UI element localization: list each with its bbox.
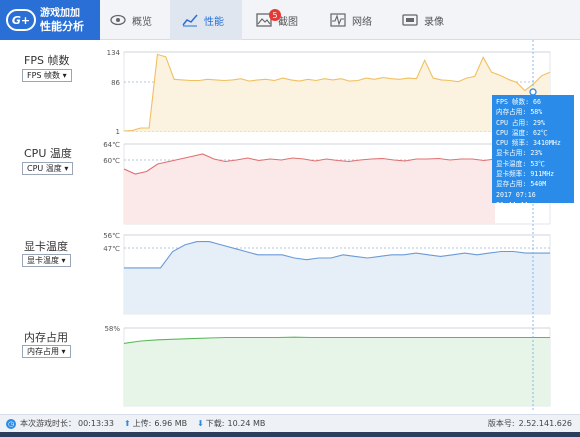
tooltip-line: 内存占用: 58%	[496, 108, 543, 117]
tooltip-line: 显卡频率: 911MHz	[496, 170, 555, 179]
tooltip-line: 显存占用: 540M	[496, 180, 547, 189]
tooltip-line: CPU 频率: 3410MHz	[496, 139, 561, 148]
status-bar: ◷ 本次游戏时长： 00:13:33 ⬆ 上传: 6.96 MB ⬇ 下载: 1…	[0, 414, 580, 432]
duration-label: 本次游戏时长：	[20, 419, 76, 428]
cpu-tick-label: 64℃	[103, 141, 120, 149]
top-toolbar: G+ 游戏加加 性能分析 概览 性能 截图 5 网络 录像	[0, 0, 580, 40]
tab-label: 录像	[424, 16, 444, 28]
app-window: G+ 游戏加加 性能分析 概览 性能 截图 5 网络 录像 FPS 帧数 FPS…	[0, 0, 580, 437]
download-label: 下载:	[205, 419, 225, 428]
cpu-tick-label: 60℃	[103, 157, 120, 165]
trend-chart-icon	[182, 12, 198, 28]
logo-text: 游戏加加 性能分析	[40, 7, 84, 33]
data-point-tooltip: FPS 帧数: 66 内存占用: 58% CPU 占用: 29% CPU 温度:…	[492, 95, 574, 209]
tab-network[interactable]: 网络	[330, 0, 390, 40]
tooltip-line: CPU 温度: 62℃	[496, 128, 548, 137]
eye-icon	[110, 12, 126, 28]
duration-value: 00:13:33	[78, 419, 114, 428]
pulse-icon	[330, 12, 346, 28]
fps-tick-label: 1	[116, 128, 120, 136]
tab-label: 概览	[132, 16, 152, 28]
tooltip-line: CPU 占用: 29%	[496, 118, 545, 127]
upload-label: 上传:	[132, 419, 152, 428]
version-label: 版本号:	[487, 419, 515, 428]
tab-label: 网络	[352, 16, 372, 28]
logo-badge: G+	[6, 9, 36, 31]
gpu-tick-label: 47℃	[103, 245, 120, 253]
upload-arrow-icon: ⬆	[123, 419, 131, 428]
upload-value: 6.96 MB	[154, 419, 188, 428]
tooltip-line: 2017 07:16 21:44:44	[496, 190, 536, 209]
tab-screenshots[interactable]: 截图	[256, 0, 316, 40]
fps-tick-label: 86	[111, 79, 120, 87]
tab-label: 性能	[204, 16, 224, 28]
tab-label: 截图	[278, 16, 298, 28]
mem-area-fill	[124, 337, 550, 406]
video-icon	[402, 12, 418, 28]
taskbar-strip	[0, 432, 580, 437]
tooltip-line: FPS 帧数: 66	[496, 98, 541, 106]
app-logo: G+ 游戏加加 性能分析	[0, 0, 100, 40]
fps-tick-label: 134	[107, 49, 121, 57]
clock-icon: ◷	[6, 418, 16, 429]
tooltip-line: 显卡温度: 53℃	[496, 159, 545, 168]
tab-performance[interactable]: 性能	[170, 0, 242, 40]
mem-tick-label: 58%	[104, 325, 120, 333]
download-arrow-icon: ⬇	[197, 419, 204, 428]
tab-recording[interactable]: 录像	[402, 0, 462, 40]
gpu-tick-label: 56℃	[103, 232, 120, 240]
logo-line-1: 游戏加加	[40, 8, 80, 19]
download-value: 10.24 MB	[227, 419, 266, 428]
logo-line-2: 性能分析	[40, 20, 84, 33]
tooltip-line: 显卡占用: 23%	[496, 149, 543, 158]
cpu-area-fill	[124, 154, 495, 224]
version-value: 2.52.141.626	[518, 419, 572, 428]
screenshot-count-badge: 5	[269, 9, 281, 21]
tab-overview[interactable]: 概览	[110, 0, 168, 40]
